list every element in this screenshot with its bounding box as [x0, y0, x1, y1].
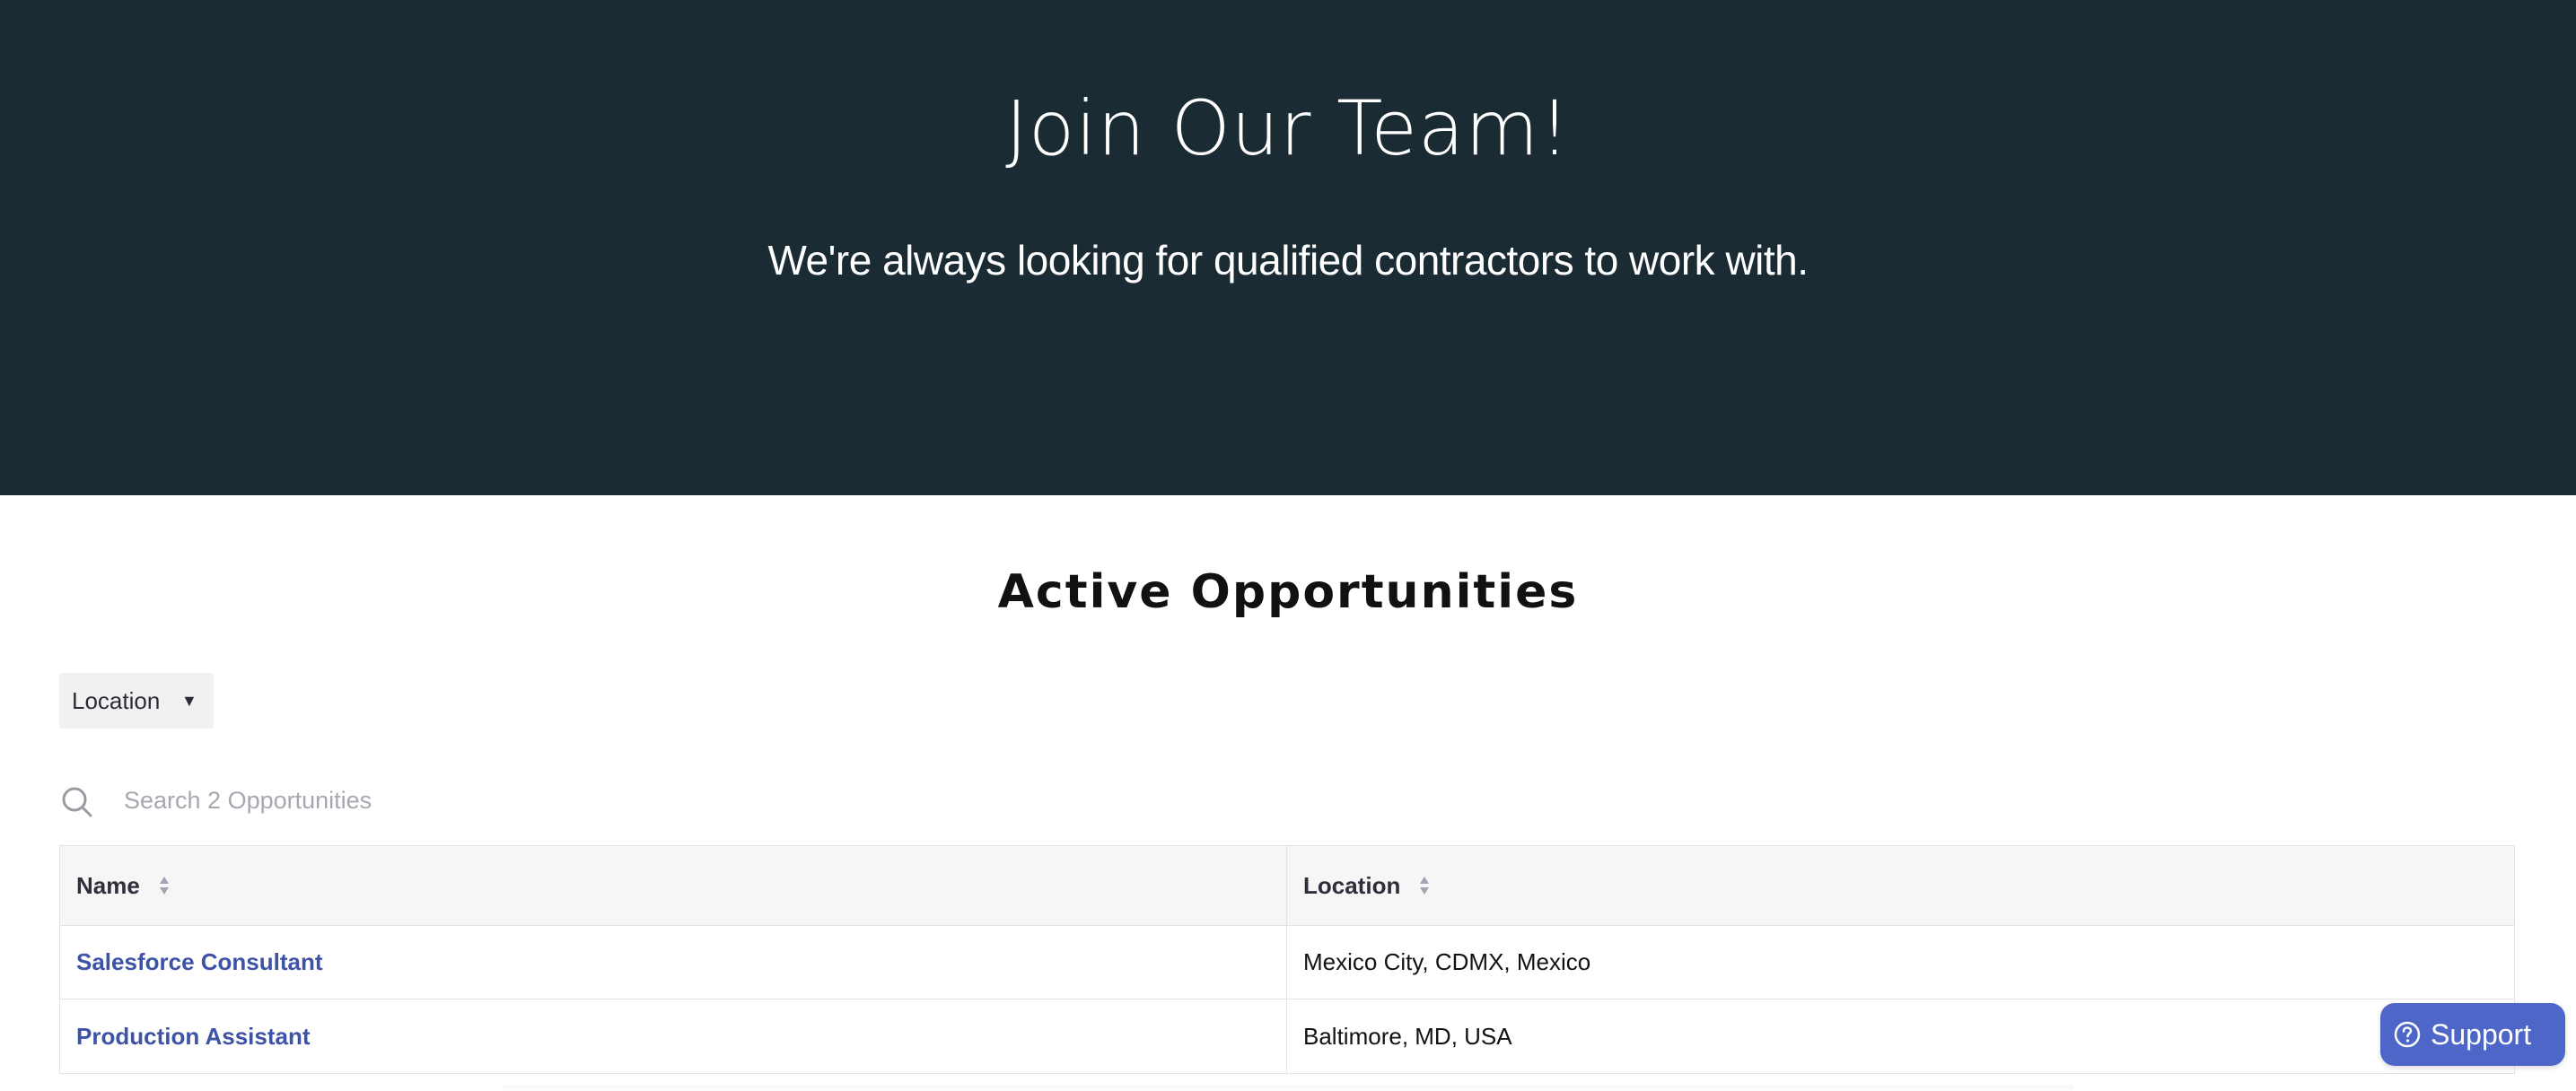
search-input[interactable] [122, 781, 1199, 820]
help-circle-icon [2394, 1021, 2421, 1048]
hero-subtitle: We're always looking for qualified contr… [767, 237, 1809, 284]
column-header-label: Location [1303, 871, 1401, 899]
job-link[interactable]: Production Assistant [76, 1023, 311, 1051]
hero-title: Join Our Team! [1005, 84, 1571, 172]
search-bar [59, 772, 2515, 829]
sort-icon[interactable] [158, 873, 171, 898]
table-row: Production Assistant Baltimore, MD, USA [60, 999, 2514, 1073]
section-title: Active Opportunities [997, 565, 1579, 619]
sort-icon[interactable] [1418, 873, 1431, 898]
table-cell-name: Salesforce Consultant [60, 926, 1287, 999]
support-label: Support [2431, 1017, 2532, 1051]
table-header-row: Name Location [60, 846, 2514, 926]
hero-banner: Join Our Team! We're always looking for … [0, 0, 2576, 495]
opportunities-table: Name Location Salesforce Consultant Mexi… [59, 845, 2515, 1074]
location-filter-label: Location [72, 686, 161, 714]
table-cell-location: Baltimore, MD, USA [1287, 999, 2514, 1073]
column-header-name[interactable]: Name [60, 846, 1287, 925]
table-cell-name: Production Assistant [60, 999, 1287, 1073]
job-location: Baltimore, MD, USA [1303, 1022, 1512, 1050]
table-row: Salesforce Consultant Mexico City, CDMX,… [60, 926, 2514, 999]
column-header-label: Name [76, 871, 140, 899]
job-location: Mexico City, CDMX, Mexico [1303, 948, 1591, 975]
job-link[interactable]: Salesforce Consultant [76, 948, 323, 976]
footer-shadow [503, 1086, 2073, 1091]
search-icon [62, 787, 92, 817]
column-header-location[interactable]: Location [1287, 846, 2514, 925]
caret-down-icon: ▼ [181, 692, 197, 710]
support-button[interactable]: Support [2380, 1003, 2565, 1066]
table-cell-location: Mexico City, CDMX, Mexico [1287, 926, 2514, 999]
location-filter-dropdown[interactable]: Location ▼ [59, 673, 214, 729]
